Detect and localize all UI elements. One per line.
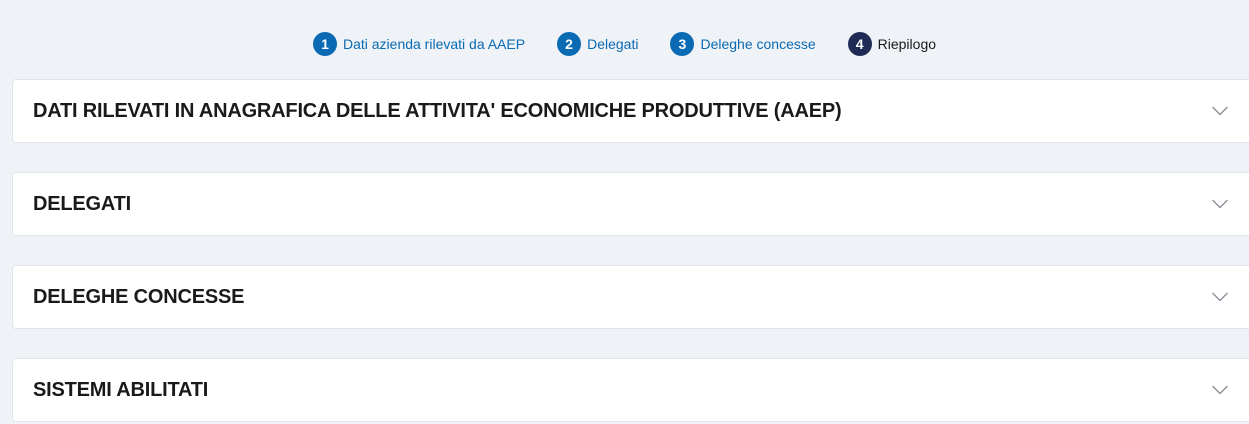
accordion-section-dati-aaep[interactable]: DATI RILEVATI IN ANAGRAFICA DELLE ATTIVI… [12,79,1249,143]
section-title: DELEGHE CONCESSE [33,285,245,308]
accordion-section-delegati[interactable]: DELEGATI [12,172,1249,236]
wizard-stepper: 1 Dati azienda rilevati da AAEP 2 Delega… [0,30,1249,58]
step-deleghe-concesse[interactable]: 3 Deleghe concesse [670,32,816,56]
step-label: Delegati [587,36,639,52]
step-number-badge: 4 [847,32,872,56]
section-title: SISTEMI ABILITATI [33,378,209,401]
accordion-section-sistemi-abilitati[interactable]: SISTEMI ABILITATI [12,358,1249,422]
chevron-down-icon[interactable] [1211,381,1229,399]
accordion-section-deleghe-concesse[interactable]: DELEGHE CONCESSE [12,265,1249,329]
step-delegati[interactable]: 2 Delegati [557,32,638,56]
chevron-down-icon[interactable] [1211,288,1229,306]
step-number-badge: 1 [312,32,337,56]
step-number-badge: 3 [670,32,695,56]
step-label: Deleghe concesse [700,36,816,52]
step-riepilogo-current: 4 Riepilogo [847,32,937,56]
chevron-down-icon[interactable] [1211,195,1229,213]
step-dati-azienda[interactable]: 1 Dati azienda rilevati da AAEP [312,32,526,56]
section-title: DATI RILEVATI IN ANAGRAFICA DELLE ATTIVI… [33,99,842,122]
section-title: DELEGATI [33,192,132,215]
step-label: Riepilogo [877,36,937,52]
chevron-down-icon[interactable] [1211,102,1229,120]
step-label: Dati azienda rilevati da AAEP [342,36,526,52]
step-number-badge: 2 [557,32,582,56]
